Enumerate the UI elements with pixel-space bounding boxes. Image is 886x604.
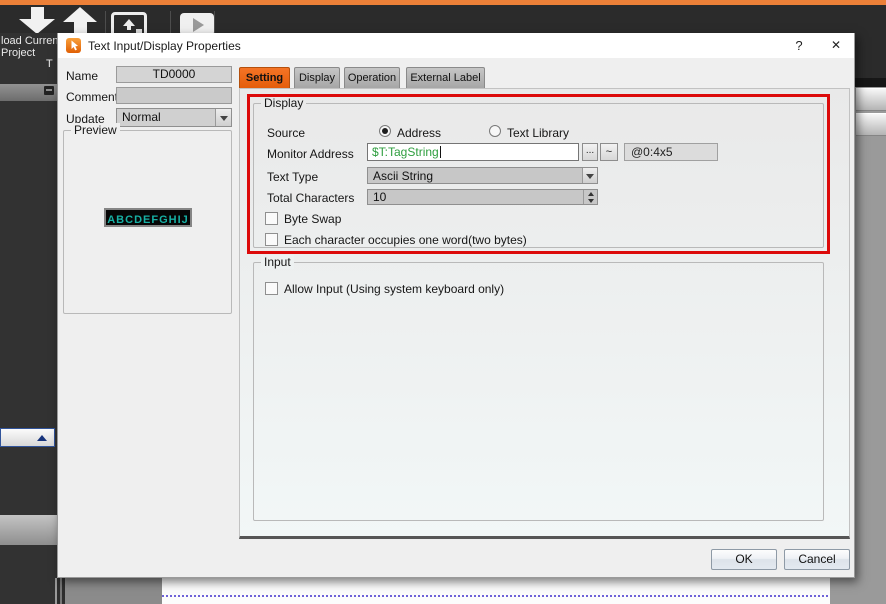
display-legend: Display: [261, 96, 306, 110]
radio-text-library-label[interactable]: Text Library: [507, 126, 569, 140]
collapsed-panel-edge: [856, 88, 886, 111]
main-toolbar: [0, 5, 886, 33]
source-label: Source: [267, 126, 305, 140]
update-dropdown[interactable]: Normal: [116, 108, 232, 127]
name-label: Name: [66, 69, 98, 83]
workspace-margin: [65, 578, 162, 604]
stepper-arrows: [583, 190, 597, 204]
right-chrome-dark: [855, 5, 886, 78]
printer-icon: [44, 86, 54, 95]
name-field[interactable]: TD0000: [116, 66, 232, 83]
tab-external-label[interactable]: External Label: [406, 67, 485, 88]
resolved-address-field: @0:4x5: [624, 143, 718, 161]
close-button[interactable]: ✕: [826, 36, 846, 55]
one-word-label[interactable]: Each character occupies one word(two byt…: [284, 233, 527, 247]
right-chrome-strip: [855, 78, 886, 87]
dialog-title: Text Input/Display Properties: [88, 39, 241, 53]
chevron-down-icon[interactable]: [582, 168, 597, 183]
application-window: load Curren Project T Text Input/Display…: [0, 0, 886, 604]
allow-input-checkbox[interactable]: [265, 282, 278, 295]
total-characters-label: Total Characters: [267, 191, 354, 205]
text-type-value: Ascii String: [373, 169, 433, 183]
update-value: Normal: [122, 110, 161, 125]
address-range-button[interactable]: ~: [600, 143, 618, 161]
stepper-down-button[interactable]: [584, 197, 597, 204]
preview-text: ABCDEFGHIJ: [107, 214, 189, 226]
monitor-address-value: $T:TagString: [372, 145, 439, 159]
comment-field[interactable]: [116, 87, 232, 104]
text-type-dropdown[interactable]: Ascii String: [367, 167, 598, 184]
radio-address-label[interactable]: Address: [397, 126, 441, 140]
chevron-down-icon[interactable]: [215, 109, 231, 126]
sidebar-divider-band: [0, 515, 57, 545]
cancel-button[interactable]: Cancel: [784, 549, 850, 570]
byte-swap-checkbox[interactable]: [265, 212, 278, 225]
total-characters-value: 10: [373, 190, 386, 204]
radio-text-library[interactable]: [489, 125, 501, 137]
upload-arrow-icon[interactable]: [63, 7, 101, 34]
address-browse-button[interactable]: ...: [582, 143, 598, 161]
text-type-label: Text Type: [267, 170, 318, 184]
help-button[interactable]: ?: [789, 36, 809, 55]
chevron-up-icon: [37, 435, 47, 441]
panel-collapse-button[interactable]: [0, 428, 55, 447]
input-legend: Input: [261, 255, 294, 269]
stepper-up-button[interactable]: [584, 190, 597, 197]
total-characters-stepper[interactable]: 10: [367, 189, 598, 205]
tab-display[interactable]: Display: [294, 67, 340, 88]
one-word-checkbox[interactable]: [265, 233, 278, 246]
monitor-address-label: Monitor Address: [267, 147, 354, 161]
dialog-titlebar[interactable]: Text Input/Display Properties ? ✕: [58, 33, 854, 58]
touch-pointer-icon: [66, 38, 81, 53]
design-canvas[interactable]: [162, 578, 830, 604]
monitor-address-input[interactable]: $T:TagString: [367, 143, 579, 161]
ok-button[interactable]: OK: [711, 549, 777, 570]
preview-legend: Preview: [71, 123, 120, 137]
radio-address[interactable]: [379, 125, 391, 137]
download-button-caption: load Curren Project: [1, 35, 61, 59]
allow-input-label[interactable]: Allow Input (Using system keyboard only): [284, 282, 504, 296]
panel-resize-handle[interactable]: [55, 578, 65, 604]
text-cursor: [440, 146, 441, 158]
preview-display-box: ABCDEFGHIJ: [104, 208, 192, 227]
input-groupbox: Input: [253, 262, 824, 521]
partial-caption-text: T: [46, 58, 53, 70]
tab-operation[interactable]: Operation: [344, 67, 400, 88]
tab-setting[interactable]: Setting: [239, 67, 290, 88]
byte-swap-label[interactable]: Byte Swap: [284, 212, 341, 226]
collapsed-panel-edge: [856, 113, 886, 136]
comment-label: Comment: [66, 90, 118, 104]
text-input-display-properties-dialog: Text Input/Display Properties ? ✕ Name T…: [57, 33, 855, 578]
download-arrow-icon[interactable]: [19, 7, 57, 34]
canvas-selection-dashed-border: [162, 595, 828, 597]
caption-line: load Curren: [1, 35, 61, 47]
